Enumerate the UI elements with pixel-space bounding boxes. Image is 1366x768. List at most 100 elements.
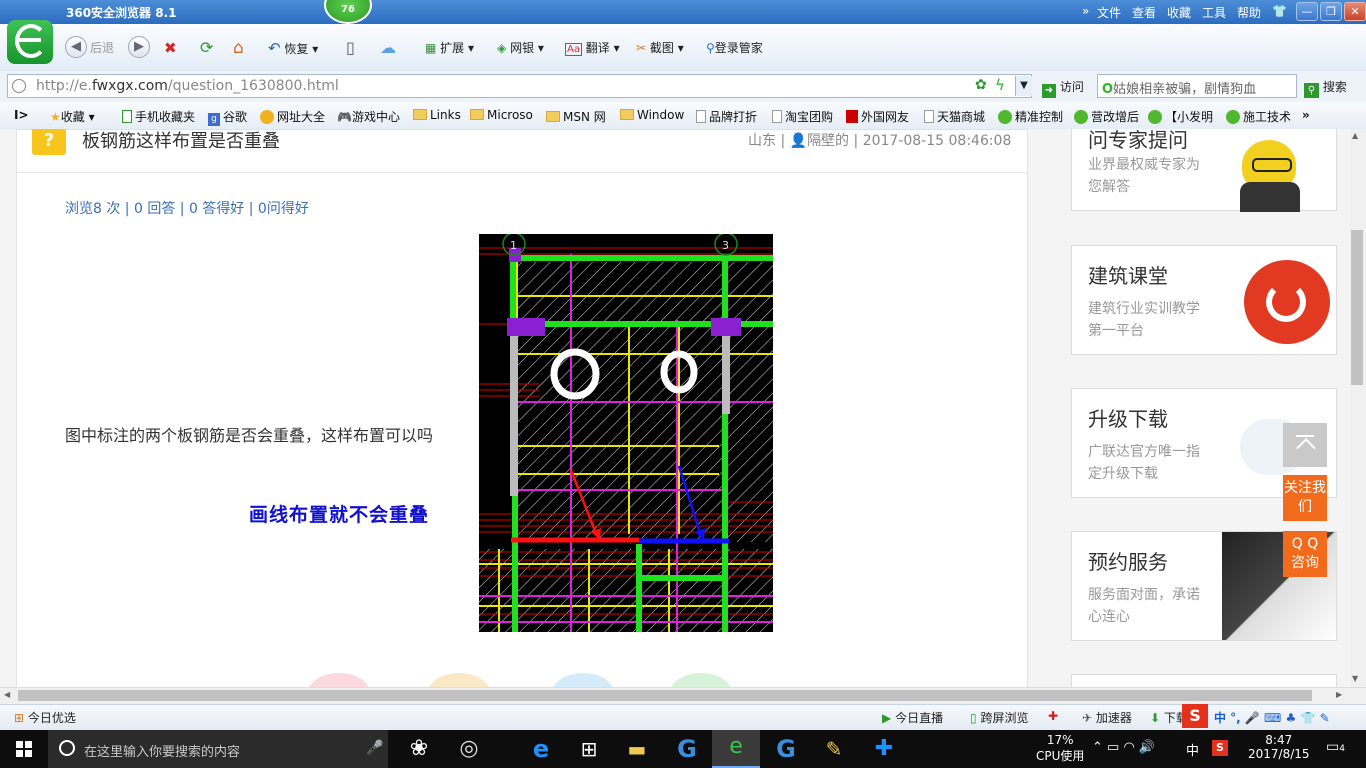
fav-invention[interactable]: 【小发明 [1148, 108, 1213, 125]
question-title: 板钢筋这样布置是否重叠 [82, 131, 280, 152]
card-course[interactable]: 建筑课堂 建筑行业实训教学第一平台 [1071, 245, 1337, 355]
card-desc: 业界最权威专家为您解答 [1088, 157, 1200, 195]
security-icon[interactable]: ✿ [975, 77, 987, 93]
scroll-left-icon[interactable]: ◀ [4, 690, 10, 699]
fav-games[interactable]: 🎮游戏中心 [337, 108, 400, 125]
plus-icon[interactable]: ✚ [1048, 709, 1058, 723]
tray-icons[interactable]: ⌃ ▭ ◠ 🔊 [1092, 740, 1155, 755]
stop-icon[interactable]: ✖ [164, 37, 177, 59]
teamviewer-icon[interactable]: ✚ [860, 734, 908, 764]
shirt-icon[interactable]: 👕 [1272, 4, 1287, 18]
qq-consult-button[interactable]: Q Q 咨询 [1283, 531, 1327, 577]
glodon-alt-icon[interactable]: G [762, 734, 810, 764]
fav-vat[interactable]: 营改增后 [1074, 108, 1139, 125]
lightning-icon[interactable]: ϟ [995, 76, 1005, 94]
translate-button[interactable]: Aa 翻译 ▾ [565, 37, 620, 59]
restore-tab-button[interactable]: ↶ 恢复 ▾ [268, 37, 318, 59]
today-pick-button[interactable]: ⊞ 今日优选 [14, 709, 76, 726]
back-arrow-icon[interactable]: ◀ [65, 36, 87, 58]
fav-taobao[interactable]: 淘宝团购 [772, 108, 833, 125]
sogou-ime-icon[interactable]: S [1182, 704, 1208, 728]
visit-button[interactable]: ➜ 访问 [1042, 78, 1084, 98]
notepad-icon[interactable]: ✎ [810, 734, 858, 764]
scroll-right-icon[interactable]: ▶ [1336, 690, 1342, 699]
question-location[interactable]: 山东 [748, 133, 776, 149]
search-button[interactable]: ⚲ 搜索 [1304, 78, 1347, 98]
back-to-top-button[interactable] [1283, 423, 1327, 467]
sidebar-toggle-icon[interactable]: I> [14, 108, 29, 122]
fav-google[interactable]: g 谷歌 [208, 108, 247, 126]
cpu-usage[interactable]: 17% CPU使用 [1036, 733, 1084, 764]
clock[interactable]: 8:47 2017/8/15 [1248, 733, 1310, 761]
restore-button[interactable]: ❐ [1320, 2, 1342, 21]
cross-screen-button[interactable]: ▯ 跨屏浏览 [970, 709, 1028, 726]
url-text[interactable]: http://e.fwxgx.com/question_1630800.html [36, 78, 339, 94]
title-bar: 360安全浏览器 8.1 文件 查看 收藏 工具 帮助 » 👕 — ❐ ✕ [0, 0, 1366, 24]
cad-drawing-image[interactable]: 1 3 [479, 232, 773, 632]
menu-view[interactable]: 查看 [1132, 4, 1156, 21]
bank-button[interactable]: ◈ 网银 ▾ [497, 37, 544, 59]
screenshot-button[interactable]: ✂ 截图 ▾ [636, 37, 684, 59]
store-icon[interactable]: ⊞ [565, 734, 613, 764]
question-meta: 山东 | 👤隔壁的 | 2017-08-15 08:46:08 [748, 133, 1012, 149]
notification-center-icon[interactable]: ▭4 [1326, 739, 1345, 755]
edge-icon[interactable]: e [517, 734, 565, 764]
back-button[interactable]: 后退 [90, 37, 114, 59]
fav-construction[interactable]: 施工技术 [1226, 108, 1291, 125]
task-view-icon[interactable]: ❀ [395, 734, 443, 764]
fav-brand[interactable]: 品牌打折 [696, 108, 757, 125]
fav-msn[interactable]: MSN 网 [546, 108, 606, 125]
windows-start-icon[interactable] [0, 730, 48, 768]
divider [16, 172, 1028, 173]
accelerator-button[interactable]: ✈ 加速器 [1082, 709, 1132, 726]
refresh-icon[interactable]: ⟳ [200, 37, 213, 59]
login-manager-button[interactable]: ⚲登录管家 [706, 37, 763, 59]
cloud-icon[interactable]: ☁ [380, 37, 396, 59]
fav-links[interactable]: Links [413, 108, 461, 122]
question-user[interactable]: 隔壁的 [807, 133, 849, 149]
question-stats[interactable]: 浏览8 次 | 0 回答 | 0 答得好 | 0问得好 [65, 198, 309, 218]
home-icon[interactable]: ⌂ [233, 37, 244, 59]
ime-indicator[interactable]: 中 [1186, 740, 1199, 759]
fav-sites[interactable]: 网址大全 [260, 108, 325, 125]
app-swirl-icon[interactable]: ◎ [445, 734, 493, 764]
scroll-down-icon[interactable]: ▼ [1352, 674, 1358, 683]
fav-microsoft[interactable]: Microso [470, 108, 533, 122]
minimize-button[interactable]: — [1296, 2, 1318, 21]
menu-help[interactable]: 帮助 [1237, 4, 1261, 21]
card-ask-expert[interactable]: 问专家提问 业界最权威专家为您解答 [1071, 129, 1337, 212]
vertical-scroll-thumb[interactable] [1351, 230, 1363, 385]
fav-tmall[interactable]: 天猫商城 [924, 108, 985, 125]
search-suggestion[interactable]: O姑娘相亲被骗，剧情狗血 [1102, 78, 1256, 97]
glodon-icon[interactable]: G [663, 734, 711, 764]
forward-arrow-icon[interactable]: ▶ [128, 36, 150, 58]
menu-tools[interactable]: 工具 [1202, 4, 1226, 21]
fav-mobile[interactable]: 手机收藏夹 [122, 108, 195, 125]
fav-foreign[interactable]: 外国网友 [846, 108, 909, 125]
extend-button[interactable]: ▦ 扩展 ▾ [425, 37, 474, 59]
vertical-scrollbar[interactable] [1350, 129, 1366, 687]
fav-windows[interactable]: Window [620, 108, 684, 122]
browser-360-task-icon[interactable]: e [712, 730, 760, 768]
card-more[interactable] [1071, 674, 1337, 687]
browser-logo-icon[interactable] [7, 20, 53, 64]
phone-icon[interactable]: ▯ [346, 37, 355, 59]
fav-collect[interactable]: ★收藏 ▾ [50, 108, 95, 125]
file-explorer-icon[interactable]: ▬ [613, 734, 661, 764]
horizontal-scroll-thumb[interactable] [18, 690, 1312, 701]
chevron-double-right-icon[interactable]: » [1302, 108, 1310, 122]
gamepad-icon: 🎮 [337, 110, 352, 124]
taskbar-search[interactable]: 在这里输入你要搜索的内容 🎤 [48, 730, 388, 768]
menu-favorites[interactable]: 收藏 [1167, 4, 1191, 21]
follow-us-button[interactable]: 关注我们 [1283, 475, 1327, 521]
ime-toolbar[interactable]: 中 °, 🎤 ⌨ ♣ 👕 ✎ [1214, 709, 1330, 726]
today-live-button[interactable]: ▶ 今日直播 [882, 709, 943, 726]
sogou-tray-icon[interactable]: S [1212, 740, 1228, 756]
chevron-double-right-icon[interactable]: » [1082, 4, 1089, 18]
url-dropdown-icon[interactable]: ▼ [1015, 76, 1032, 96]
download-arrow-icon: ⬇ [1150, 711, 1161, 725]
menu-file[interactable]: 文件 [1097, 4, 1121, 21]
close-button[interactable]: ✕ [1344, 2, 1366, 21]
scroll-up-icon[interactable]: ▲ [1352, 131, 1358, 140]
fav-precise[interactable]: 精准控制 [998, 108, 1063, 125]
